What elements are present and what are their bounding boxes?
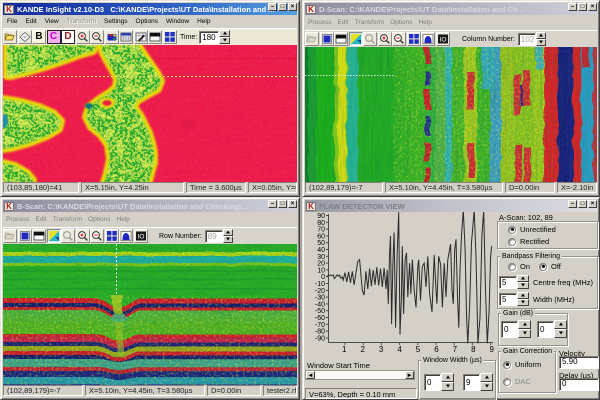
svg-text:IO: IO [137,234,144,241]
svg-text:-90: -90 [315,335,325,342]
svg-text:IO: IO [439,37,446,44]
